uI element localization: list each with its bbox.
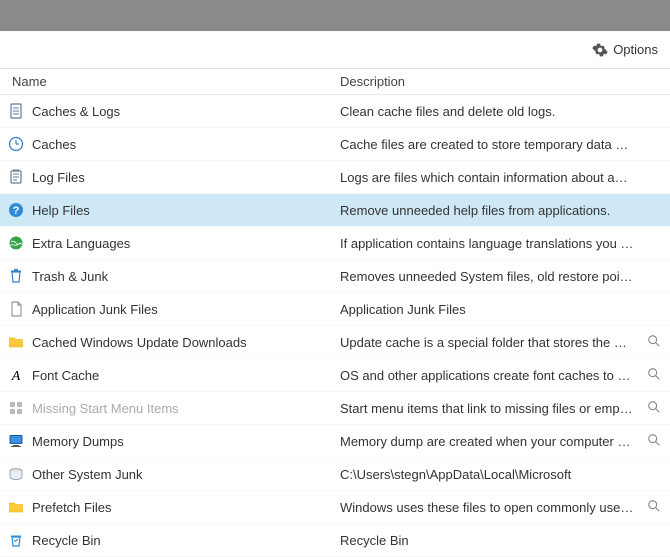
row-description: Application Junk Files <box>310 302 640 317</box>
folder-icon <box>8 334 24 350</box>
monitor-icon <box>8 433 24 449</box>
row-description: Removes unneeded System files, old resto… <box>310 269 640 284</box>
gear-icon <box>592 42 608 58</box>
list-row[interactable]: Memory Dumps Memory dump are created whe… <box>0 425 670 458</box>
column-name-header[interactable]: Name <box>0 74 310 89</box>
row-description: Remove unneeded help files from applicat… <box>310 203 640 218</box>
row-description: If application contains language transla… <box>310 236 640 251</box>
window-titlebar <box>0 0 670 31</box>
start-icon <box>8 400 24 416</box>
row-name: Log Files <box>32 170 310 185</box>
row-name: Missing Start Menu Items <box>32 401 310 416</box>
list-row[interactable]: ? Help Files Remove unneeded help files … <box>0 194 670 227</box>
page-icon <box>8 301 24 317</box>
row-description: Update cache is a special folder that st… <box>310 335 640 350</box>
row-description: Start menu items that link to missing fi… <box>310 401 640 416</box>
row-icon-cell <box>0 103 32 119</box>
row-name: Caches <box>32 137 310 152</box>
svg-text:A: A <box>11 369 21 383</box>
row-icon-cell <box>0 499 32 515</box>
list-row[interactable]: Cached Windows Update Downloads Update c… <box>0 326 670 359</box>
doc-icon <box>8 103 24 119</box>
row-icon-cell <box>0 433 32 449</box>
list-row[interactable]: Extra Languages If application contains … <box>0 227 670 260</box>
column-desc-header[interactable]: Description <box>310 74 670 89</box>
search-icon[interactable] <box>647 400 663 416</box>
search-icon[interactable] <box>647 367 663 383</box>
row-action-cell <box>640 367 670 383</box>
help-icon: ? <box>8 202 24 218</box>
row-name: Other System Junk <box>32 467 310 482</box>
folder-icon <box>8 499 24 515</box>
row-icon-cell: A <box>0 367 32 383</box>
list-row[interactable]: Prefetch Files Windows uses these files … <box>0 491 670 524</box>
row-action-cell <box>640 400 670 416</box>
row-description: OS and other applications create font ca… <box>310 368 640 383</box>
list-row[interactable]: A Font Cache OS and other applications c… <box>0 359 670 392</box>
row-action-cell <box>640 334 670 350</box>
toolbar: Options <box>0 31 670 69</box>
list-row[interactable]: Other System Junk C:\Users\stegn\AppData… <box>0 458 670 491</box>
row-icon-cell <box>0 136 32 152</box>
row-description: C:\Users\stegn\AppData\Local\Microsoft <box>310 467 640 482</box>
column-headers: Name Description <box>0 69 670 95</box>
row-action-cell <box>640 433 670 449</box>
list-row[interactable]: Recycle Bin Recycle Bin <box>0 524 670 557</box>
row-name: Help Files <box>32 203 310 218</box>
list-row[interactable]: Trash & Junk Removes unneeded System fil… <box>0 260 670 293</box>
search-icon[interactable] <box>647 433 663 449</box>
row-description: Logs are files which contain information… <box>310 170 640 185</box>
svg-text:?: ? <box>13 205 20 217</box>
clock-icon <box>8 136 24 152</box>
row-name: Memory Dumps <box>32 434 310 449</box>
row-icon-cell <box>0 334 32 350</box>
list-row[interactable]: Application Junk Files Application Junk … <box>0 293 670 326</box>
list-row[interactable]: Caches & Logs Clean cache files and dele… <box>0 95 670 128</box>
row-name: Trash & Junk <box>32 269 310 284</box>
row-icon-cell <box>0 400 32 416</box>
notes-icon <box>8 169 24 185</box>
list-row[interactable]: Missing Start Menu Items Start menu item… <box>0 392 670 425</box>
row-icon-cell <box>0 169 32 185</box>
list-row[interactable]: Caches Cache files are created to store … <box>0 128 670 161</box>
globe-icon <box>8 235 24 251</box>
row-icon-cell <box>0 301 32 317</box>
row-description: Clean cache files and delete old logs. <box>310 104 640 119</box>
search-icon[interactable] <box>647 334 663 350</box>
row-icon-cell: ? <box>0 202 32 218</box>
item-list: Caches & Logs Clean cache files and dele… <box>0 95 670 557</box>
list-row[interactable]: Log Files Logs are files which contain i… <box>0 161 670 194</box>
recycle-icon <box>8 532 24 548</box>
row-name: Caches & Logs <box>32 104 310 119</box>
row-name: Extra Languages <box>32 236 310 251</box>
row-name: Application Junk Files <box>32 302 310 317</box>
font-icon: A <box>8 367 24 383</box>
row-description: Memory dump are created when your comput… <box>310 434 640 449</box>
disk-icon <box>8 466 24 482</box>
row-description: Windows uses these files to open commonl… <box>310 500 640 515</box>
search-icon[interactable] <box>647 499 663 515</box>
options-button[interactable]: Options <box>586 38 664 62</box>
row-icon-cell <box>0 532 32 548</box>
trash-icon <box>8 268 24 284</box>
row-name: Font Cache <box>32 368 310 383</box>
row-name: Prefetch Files <box>32 500 310 515</box>
row-icon-cell <box>0 268 32 284</box>
options-label: Options <box>613 42 658 57</box>
row-action-cell <box>640 499 670 515</box>
row-description: Cache files are created to store tempora… <box>310 137 640 152</box>
row-name: Cached Windows Update Downloads <box>32 335 310 350</box>
row-icon-cell <box>0 235 32 251</box>
row-icon-cell <box>0 466 32 482</box>
